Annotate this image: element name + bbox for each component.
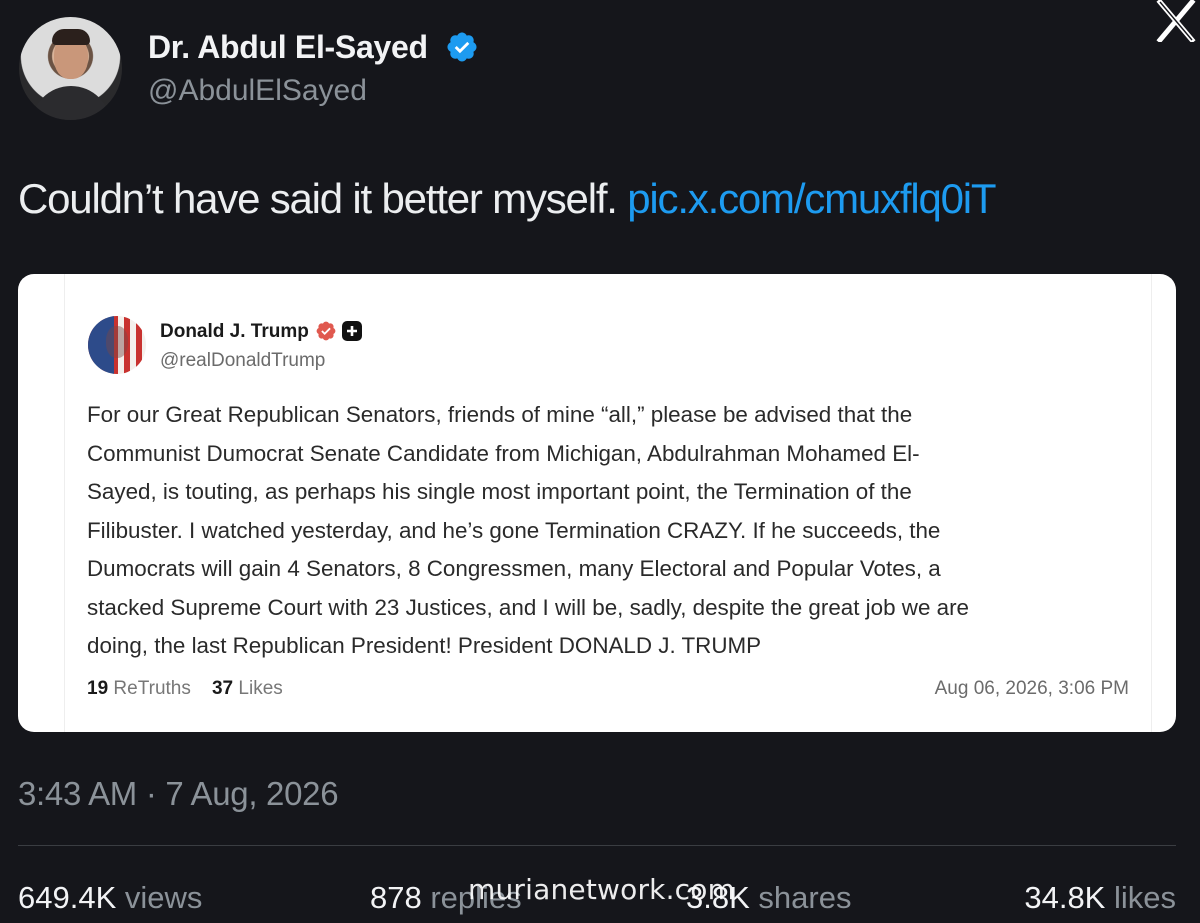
x-logo-icon (1156, 0, 1196, 42)
body-line: Filibuster. I watched yesterday, and he’… (87, 517, 941, 543)
author-display-name[interactable]: Dr. Abdul El-Sayed (148, 29, 428, 66)
avatar-face (106, 326, 128, 358)
divider (18, 845, 1176, 846)
body-line: For our Great Republican Senators, frien… (87, 402, 913, 427)
embedded-post-body: For our Great Republican Senators, frien… (87, 396, 1147, 666)
embedded-author-avatar (88, 316, 146, 374)
embedded-likes-count: 37 (211, 678, 234, 699)
likes-stat[interactable]: 34.8K likes (1024, 880, 1176, 916)
shares-label: shares (758, 880, 852, 915)
views-stat[interactable]: 649.4K views (18, 880, 202, 916)
embedded-likes-label: Likes (238, 678, 283, 699)
views-count: 649.4K (18, 880, 117, 915)
body-line: doing, the last Republican President! Pr… (87, 633, 762, 658)
body-line: Sayed, is touting, as perhaps his single… (87, 479, 912, 504)
author-handle[interactable]: @AbdulElSayed (148, 74, 367, 108)
embedded-post-stats: 19 ReTruths 37 Likes (87, 678, 283, 700)
retruths-label: ReTruths (113, 678, 191, 699)
post-timestamp[interactable]: 3:43 AM · 7 Aug, 2026 (18, 775, 339, 813)
retruths-count: 19 (87, 678, 109, 699)
avatar-hair (52, 29, 90, 45)
author-avatar[interactable] (19, 17, 122, 120)
plus-badge-icon (342, 321, 362, 341)
tweet-body: Couldn’t have said it better myself. (18, 175, 618, 222)
verified-check-icon (447, 32, 477, 62)
embedded-author-handle: @realDonaldTrump (160, 350, 326, 371)
body-line: Communist Dumocrat Senate Candidate from… (87, 440, 920, 466)
views-label: views (124, 880, 203, 915)
embedded-post-card[interactable]: Donald J. Trump @realDonaldTrump For our… (18, 274, 1176, 732)
likes-count: 34.8K (1024, 880, 1106, 915)
body-line: stacked Supreme Court with 23 Justices, … (87, 594, 969, 620)
avatar-shirt (31, 86, 111, 120)
watermark: murianetwork.com (468, 873, 736, 906)
verified-badge-icon (316, 321, 336, 341)
body-line: Dumocrats will gain 4 Senators, 8 Congre… (87, 556, 941, 581)
likes-label: likes (1113, 880, 1176, 915)
tweet-text: Couldn’t have said it better myself. pic… (18, 175, 997, 223)
tweet-media-link[interactable]: pic.x.com/cmuxflq0iT (627, 175, 996, 222)
replies-count: 878 (370, 880, 422, 915)
embedded-post-date: Aug 06, 2026, 3:06 PM (934, 678, 1129, 699)
embedded-author-name: Donald J. Trump (160, 321, 309, 342)
